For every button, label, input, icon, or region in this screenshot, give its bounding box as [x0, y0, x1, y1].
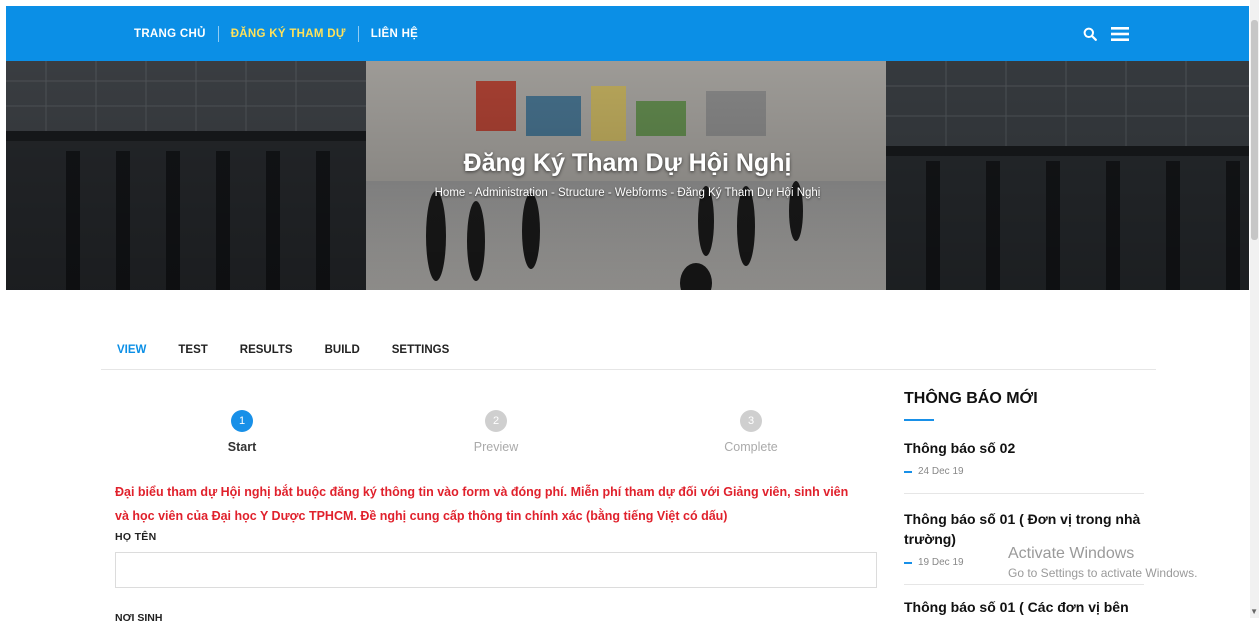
tab-build[interactable]: BUILD — [309, 336, 376, 369]
nav-item-home[interactable]: TRANG CHỦ — [126, 28, 218, 40]
news-divider — [904, 493, 1144, 494]
tab-view[interactable]: VIEW — [101, 336, 162, 369]
breadcrumb-separator: - — [547, 187, 559, 199]
step-preview: 2 Preview — [396, 410, 596, 454]
news-date-text: 24 Dec 19 — [918, 466, 964, 477]
scrollbar-thumb[interactable] — [1251, 20, 1258, 240]
notice-line: và học viên của Đại học Y Dược TPHCM. Đề… — [115, 509, 728, 523]
dash-icon — [904, 470, 912, 473]
breadcrumb-separator: - — [604, 187, 615, 199]
breadcrumb: Home - Administration - Structure - Webf… — [6, 187, 1249, 199]
dash-icon — [904, 561, 912, 564]
step-number: 1 — [231, 410, 253, 432]
page-title: Đăng Ký Tham Dự Hội Nghị — [463, 149, 792, 177]
title-underline — [904, 419, 934, 421]
step-label: Preview — [473, 440, 519, 454]
step-label: Start — [227, 440, 257, 454]
step-number: 3 — [740, 410, 762, 432]
breadcrumb-separator: - — [667, 187, 678, 199]
step-number: 2 — [485, 410, 507, 432]
windows-activation-watermark: Activate Windows Go to Settings to activ… — [1008, 545, 1197, 580]
progress-steps: 1 Start 2 Preview 3 Complete — [115, 410, 880, 460]
scroll-down-arrow-icon[interactable]: ▼ — [1250, 607, 1258, 616]
registration-notice: Đại biểu tham dự Hội nghị bắt buộc đăng … — [115, 480, 885, 528]
hamburger-menu-icon[interactable] — [1111, 26, 1129, 41]
breadcrumb-administration[interactable]: Administration — [475, 187, 548, 199]
tab-test[interactable]: TEST — [162, 336, 223, 369]
nav-item-register[interactable]: ĐĂNG KÝ THAM DỰ — [219, 28, 358, 40]
page-scrollbar[interactable]: ▼ — [1250, 0, 1259, 618]
breadcrumb-current: Đăng Ký Tham Dự Hội Nghị — [677, 187, 821, 199]
nav-item-contact[interactable]: LIÊN HỆ — [359, 28, 430, 40]
news-date-text: 19 Dec 19 — [918, 557, 964, 568]
sidebar-title: THÔNG BÁO MỚI — [904, 390, 1038, 407]
webform-tabs: VIEW TEST RESULTS BUILD SETTINGS — [101, 336, 1156, 370]
news-title-link[interactable]: Thông báo số 01 ( Các đơn vị bên — [904, 597, 1144, 617]
news-title-link[interactable]: Thông báo số 01 ( Đơn vị trong nhà trườn… — [904, 509, 1144, 549]
search-icon[interactable] — [1083, 27, 1097, 41]
watermark-subtitle: Go to Settings to activate Windows. — [1008, 566, 1198, 580]
hero-banner: Đăng Ký Tham Dự Hội Nghị Home - Administ… — [6, 61, 1249, 290]
step-label: Complete — [724, 440, 778, 454]
sidebar-news-header: THÔNG BÁO MỚI — [904, 390, 1144, 421]
main-nav: TRANG CHỦ ĐĂNG KÝ THAM DỰ LIÊN HỆ — [126, 6, 430, 61]
tab-results[interactable]: RESULTS — [224, 336, 309, 369]
news-title-link[interactable]: Thông báo số 02 — [904, 438, 1144, 458]
news-item: Thông báo số 02 24 Dec 19 — [904, 438, 1144, 477]
tab-settings[interactable]: SETTINGS — [376, 336, 466, 369]
breadcrumb-structure[interactable]: Structure — [558, 187, 605, 199]
news-date: 24 Dec 19 — [904, 466, 1144, 477]
full-name-input[interactable] — [115, 552, 877, 588]
header-icons — [1083, 6, 1129, 61]
watermark-title: Activate Windows — [1008, 545, 1135, 562]
news-divider — [904, 584, 1144, 585]
full-name-label: HỌ TÊN — [115, 531, 157, 543]
breadcrumb-separator: - — [465, 187, 475, 199]
breadcrumb-home[interactable]: Home — [435, 187, 466, 199]
notice-line: Đại biểu tham dự Hội nghị bắt buộc đăng … — [115, 485, 849, 499]
birthplace-label: NƠI SINH — [115, 612, 163, 624]
news-item: Thông báo số 01 ( Các đơn vị bên — [904, 597, 1144, 617]
top-navigation-bar: TRANG CHỦ ĐĂNG KÝ THAM DỰ LIÊN HỆ — [6, 6, 1249, 61]
step-complete: 3 Complete — [651, 410, 851, 454]
step-start: 1 Start — [142, 410, 342, 454]
breadcrumb-webforms[interactable]: Webforms — [615, 187, 667, 199]
